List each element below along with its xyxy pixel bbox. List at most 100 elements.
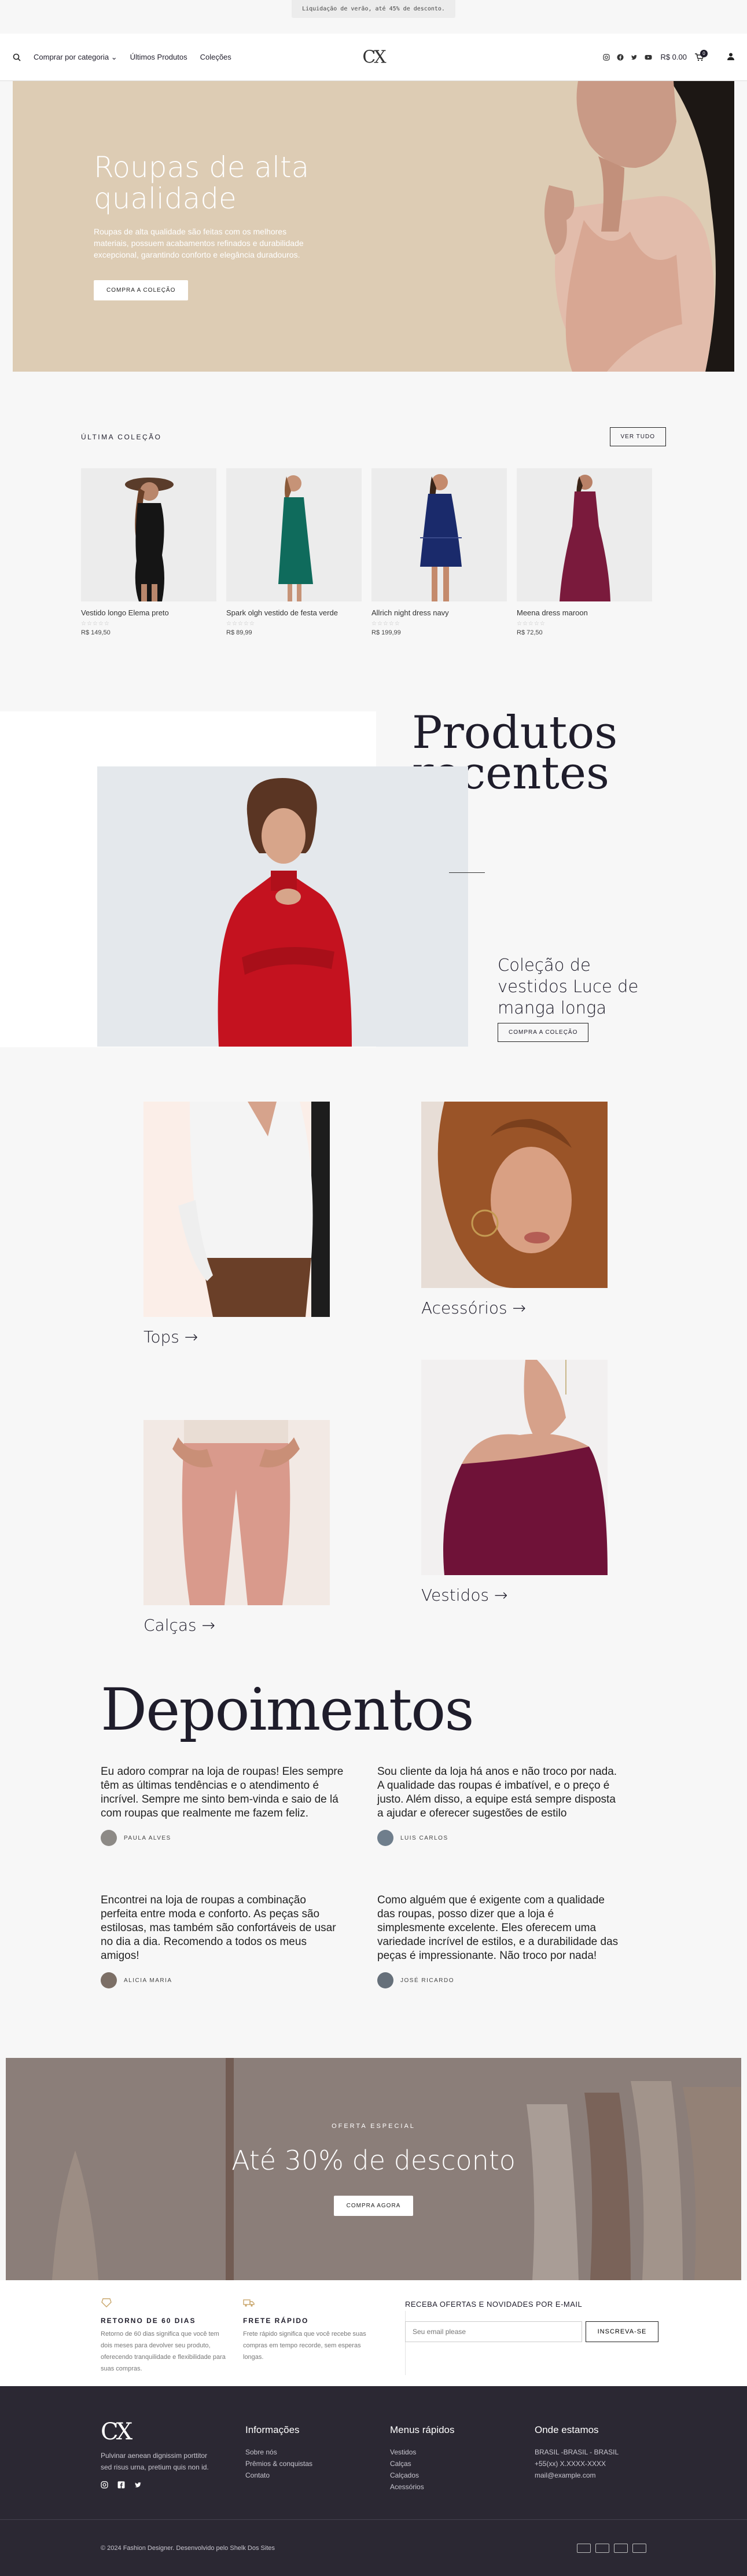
latest-collection-header: ÚLTIMA COLEÇÃO VER TUDO bbox=[81, 427, 666, 446]
product-name[interactable]: Spark olgh vestido de festa verde bbox=[226, 608, 362, 617]
instagram-icon[interactable] bbox=[101, 2481, 108, 2491]
offer-title: Até 30% de desconto bbox=[231, 2145, 516, 2176]
account-icon[interactable] bbox=[727, 53, 734, 62]
author-name: JOSÉ RICARDO bbox=[400, 1977, 455, 1984]
decorative-divider bbox=[449, 872, 485, 873]
category-accessories-image[interactable] bbox=[421, 1102, 608, 1288]
product-image[interactable] bbox=[81, 468, 216, 601]
product-name[interactable]: Allrich night dress navy bbox=[371, 608, 507, 617]
hero-description: Roupas de alta qualidade são feitas com … bbox=[94, 227, 304, 259]
category-accessories-label[interactable]: Acessórios → bbox=[421, 1298, 608, 1318]
recent-products-section: Produtos recentes Coleção de vestidos Lu… bbox=[0, 710, 747, 1047]
product-name[interactable]: Vestido longo Elema preto bbox=[81, 608, 216, 617]
credit-card-icon bbox=[632, 2543, 646, 2553]
footer-link[interactable]: Calças bbox=[390, 2458, 535, 2469]
product-price: R$ 72,50 bbox=[517, 629, 543, 636]
footer-info-links: Sobre nós Prêmios & conquistas Contato bbox=[245, 2446, 390, 2481]
twitter-icon[interactable] bbox=[630, 53, 638, 61]
product-card[interactable]: Spark olgh vestido de festa verde ☆☆☆☆☆ … bbox=[226, 468, 362, 636]
product-card[interactable]: Vestido longo Elema preto ☆☆☆☆☆ R$ 149,5… bbox=[81, 468, 216, 636]
youtube-icon[interactable] bbox=[644, 53, 652, 61]
product-card[interactable]: Meena dress maroon ☆☆☆☆☆ R$ 72,50 bbox=[517, 468, 652, 636]
footer-quick-title: Menus rápidos bbox=[390, 2424, 455, 2435]
search-icon[interactable] bbox=[13, 53, 21, 61]
category-pants-image[interactable] bbox=[143, 1420, 330, 1605]
product-grid: Vestido longo Elema preto ☆☆☆☆☆ R$ 149,5… bbox=[81, 468, 666, 636]
hero-content: Roupas de alta qualidade Roupas de alta … bbox=[94, 152, 319, 300]
site-logo[interactable]: CX bbox=[362, 47, 386, 67]
category-pants[interactable]: Calças → bbox=[143, 1420, 330, 1635]
feature-text: Retorno de 60 dias significa que você te… bbox=[101, 2331, 226, 2372]
product-name[interactable]: Meena dress maroon bbox=[517, 608, 652, 617]
footer-link[interactable]: Vestidos bbox=[390, 2446, 535, 2458]
footer-info-title: Informações bbox=[245, 2424, 300, 2435]
testimonial-author: LUIS CARLOS bbox=[377, 1830, 654, 1846]
footer-logo[interactable]: CX bbox=[101, 2419, 245, 2445]
category-tops-image[interactable] bbox=[143, 1102, 330, 1317]
footer-link[interactable]: Sobre nós bbox=[245, 2446, 390, 2458]
hero-banner: Roupas de alta qualidade Roupas de alta … bbox=[13, 81, 734, 372]
categories-section: Tops → Acessórios → Calças → Vestidos → bbox=[0, 1047, 747, 1678]
rating-stars: ☆☆☆☆☆ bbox=[81, 621, 110, 627]
hero-shop-collection-button[interactable]: COMPRA A COLEÇÃO bbox=[94, 280, 189, 300]
chevron-down-icon: ⌄ bbox=[111, 52, 117, 61]
newsletter-form: RECEBA OFERTAS E NOVIDADES POR E-MAIL IN… bbox=[404, 2300, 660, 2375]
category-dresses[interactable]: Vestidos → bbox=[421, 1360, 608, 1605]
latest-collection-heading: ÚLTIMA COLEÇÃO bbox=[81, 432, 162, 441]
product-image[interactable] bbox=[517, 468, 652, 601]
cart-total[interactable]: R$ 0.00 bbox=[660, 53, 687, 61]
facebook-icon[interactable] bbox=[117, 2481, 125, 2491]
shop-now-button[interactable]: COMPRA AGORA bbox=[333, 2196, 414, 2216]
feature-returns: RETORNO DE 60 DIAS Retorno de 60 dias si… bbox=[101, 2298, 243, 2386]
email-field[interactable] bbox=[405, 2321, 582, 2342]
footer-link[interactable]: Prêmios & conquistas bbox=[245, 2458, 390, 2469]
category-pants-label[interactable]: Calças → bbox=[143, 1616, 330, 1635]
cart-button[interactable]: 0 bbox=[695, 49, 708, 61]
product-image[interactable] bbox=[371, 468, 507, 601]
footer-about: CX Pulvinar aenean dignissim porttitor s… bbox=[101, 2419, 245, 2493]
product-card[interactable]: Allrich night dress navy ☆☆☆☆☆ R$ 199,99 bbox=[371, 468, 507, 636]
testimonials-grid: Eu adoro comprar na loja de roupas! Eles… bbox=[101, 1765, 747, 1988]
offer-label: OFERTA ESPECIAL bbox=[332, 2123, 415, 2130]
footer-email[interactable]: mail@example.com bbox=[535, 2469, 679, 2481]
author-name: LUIS CARLOS bbox=[400, 1834, 448, 1841]
latest-collection-section: ÚLTIMA COLEÇÃO VER TUDO Vestido longo El… bbox=[0, 372, 747, 711]
subscribe-button[interactable]: INSCREVA-SE bbox=[586, 2321, 658, 2342]
footer-bottom-bar: © 2024 Fashion Designer. Desenvolvido pe… bbox=[0, 2519, 747, 2576]
product-image[interactable] bbox=[226, 468, 362, 601]
feature-shipping: FRETE RÁPIDO Frete rápido significa que … bbox=[243, 2298, 385, 2386]
rating-stars: ☆☆☆☆☆ bbox=[371, 621, 400, 627]
testimonial-author: PAULA ALVES bbox=[101, 1830, 377, 1846]
offer-content: OFERTA ESPECIAL Até 30% de desconto COMP… bbox=[6, 2123, 741, 2216]
twitter-icon[interactable] bbox=[134, 2481, 142, 2491]
footer-info: Informações Sobre nós Prêmios & conquist… bbox=[245, 2419, 390, 2493]
see-all-button[interactable]: VER TUDO bbox=[609, 427, 666, 446]
testimonial-author: JOSÉ RICARDO bbox=[377, 1972, 654, 1988]
category-dresses-image[interactable] bbox=[421, 1360, 608, 1575]
testimonial-card: Encontrei na loja de roupas a combinação… bbox=[101, 1894, 377, 1988]
author-name: PAULA ALVES bbox=[124, 1834, 171, 1841]
collection-title: Coleção de vestidos Luce de manga longa bbox=[498, 955, 639, 1018]
category-accessories[interactable]: Acessórios → bbox=[421, 1102, 608, 1318]
nav-latest-products[interactable]: Últimos Produtos bbox=[130, 53, 187, 61]
testimonial-author: ALICIA MARIA bbox=[101, 1972, 377, 1988]
instagram-icon[interactable] bbox=[602, 53, 610, 61]
testimonials-section: Depoimentos Eu adoro comprar na loja de … bbox=[0, 1678, 747, 2058]
footer-link[interactable]: Calçados bbox=[390, 2469, 535, 2481]
recent-shop-collection-button[interactable]: COMPRA A COLEÇÃO bbox=[498, 1023, 589, 1042]
amex-card-icon bbox=[614, 2543, 628, 2553]
footer-link[interactable]: Acessórios bbox=[390, 2481, 535, 2493]
header-social-links bbox=[602, 53, 652, 61]
category-tops-label[interactable]: Tops → bbox=[143, 1327, 330, 1346]
category-tops[interactable]: Tops → bbox=[143, 1102, 330, 1346]
testimonials-title: Depoimentos bbox=[101, 1676, 474, 1744]
category-dresses-label[interactable]: Vestidos → bbox=[421, 1586, 608, 1605]
footer-link[interactable]: Contato bbox=[245, 2469, 390, 2481]
avatar bbox=[101, 1972, 117, 1988]
avatar bbox=[101, 1830, 117, 1846]
facebook-icon[interactable] bbox=[616, 53, 624, 61]
nav-shop-by-category[interactable]: Comprar por categoria ⌄ bbox=[34, 53, 117, 62]
footer-contact-lines: BRASIL -BRASIL - BRASIL +55(xx) X.XXXX-X… bbox=[535, 2446, 679, 2481]
nav-collections[interactable]: Coleções bbox=[200, 53, 231, 61]
newsletter-row: INSCREVA-SE bbox=[405, 2321, 660, 2342]
